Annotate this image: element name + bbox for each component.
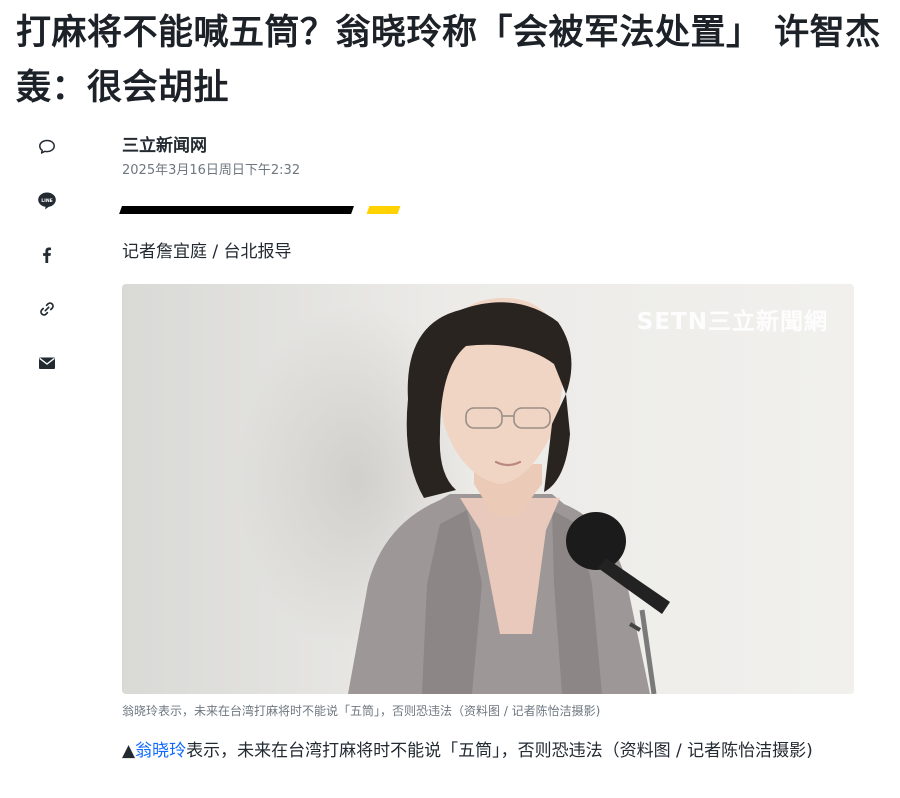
line-label: LINE bbox=[41, 198, 53, 204]
comment-icon bbox=[39, 139, 55, 154]
byline: 三立新闻网 2025年3月16日周日下午2:32 bbox=[122, 135, 862, 180]
copy-link-button[interactable] bbox=[30, 292, 64, 326]
photo-caption: 翁晓玲表示，未来在台湾打麻将时不能说「五筒」，否则恐违法（资料图 / 记者陈怡洁… bbox=[122, 704, 601, 718]
comment-button[interactable] bbox=[30, 130, 64, 164]
paragraph-text: 表示，未来在台湾打麻将时不能说「五筒」，否则恐违法（资料图 / 记者陈怡洁摄影) bbox=[186, 741, 813, 761]
article-headline: 打麻将不能喊五筒？翁晓玲称「会被军法处置」 许智杰轰：很会胡扯 bbox=[16, 13, 881, 108]
mail-icon bbox=[39, 357, 55, 369]
divider-black-bar bbox=[119, 206, 354, 214]
triangle-marker: ▲ bbox=[122, 741, 136, 761]
line-share-button[interactable]: LINE bbox=[30, 184, 64, 218]
photo-illustration bbox=[122, 284, 854, 694]
email-share-button[interactable] bbox=[30, 346, 64, 380]
article-photo[interactable]: SETN三立新聞網 bbox=[122, 284, 854, 694]
divider-yellow-bar bbox=[366, 206, 401, 214]
facebook-icon bbox=[43, 247, 51, 263]
reporter-line: 记者詹宜庭 / 台北报导 bbox=[122, 242, 292, 262]
person-link[interactable]: 翁晓玲 bbox=[135, 741, 186, 761]
facebook-share-button[interactable] bbox=[30, 238, 64, 272]
article-paragraph: ▲翁晓玲表示，未来在台湾打麻将时不能说「五筒」，否则恐违法（资料图 / 记者陈怡… bbox=[122, 736, 842, 767]
provider-name[interactable]: 三立新闻网 bbox=[122, 135, 862, 157]
link-icon bbox=[40, 302, 54, 316]
byline-divider bbox=[119, 206, 402, 214]
share-rail: LINE bbox=[30, 130, 64, 400]
photo-watermark: SETN三立新聞網 bbox=[636, 309, 828, 335]
publish-time: 2025年3月16日周日下午2:32 bbox=[122, 163, 301, 178]
line-icon: LINE bbox=[38, 192, 56, 210]
